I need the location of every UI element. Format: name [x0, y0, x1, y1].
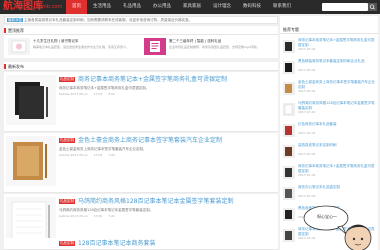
nav-item-life[interactable]: 生活用品 — [87, 0, 117, 14]
sidebar-item-title[interactable]: 马鸽简约商务风格128百记事本笔记本金属签字笔套装定制 — [298, 101, 376, 110]
post-excerpt: 马鸽简约商务风格128百记事本笔记本金属签字笔套装定制。 — [59, 208, 154, 212]
post-item: 礼品定制 128百记事本笔记本商务套装 — [4, 238, 278, 250]
sidebar-item-date: 2017-07-02 — [298, 194, 316, 198]
sidebar-thumbnail[interactable] — [283, 206, 295, 221]
featured-item[interactable]: 十几岁生日礼物 | 读书笔记本 精美笔记本礼品套装，适合送给学生朋友作为生日礼物… — [8, 38, 138, 55]
nav-item-gifts[interactable]: 礼品用品 — [117, 0, 147, 14]
sidebar-item-title[interactable]: 金色土豪金商务上商务记事本签字笔套装汽车企业定制 — [298, 80, 376, 89]
post-title[interactable]: 128百记事本笔记本商务套装 — [78, 239, 274, 248]
section-accent-bar — [4, 64, 6, 69]
notice-text[interactable]: 主营各类高档笔记本礼品套装定制印刷，如有需要请联系在线客服，欢迎来电咨询订购，质… — [24, 18, 192, 22]
post-views: 7.6k — [108, 153, 115, 157]
sidebar-thumbnail[interactable] — [283, 122, 295, 137]
featured-thumbnail[interactable] — [144, 38, 166, 55]
sidebar-thumbnail[interactable] — [283, 227, 295, 242]
post-item: 礼品定制 金色土豪金商务上商务记事本签字笔套装汽车企业定制 金色土豪金商务上商务… — [4, 133, 278, 193]
post-title[interactable]: 金色土豪金商务上商务记事本签字笔套装汽车企业定制 — [78, 136, 274, 145]
category-tag[interactable]: 礼品定制 — [59, 199, 75, 204]
sidebar-thumbnail[interactable] — [283, 101, 295, 116]
sidebar-item[interactable]: 商务记事本商务笔记本+金属签字笔商务礼盒可烫银定制 2017-07-02 — [283, 38, 377, 53]
featured-section-header: 置顶推荐 — [4, 26, 278, 35]
post-meta: betime 2017-05-xx 17:03 8.0k — [59, 92, 115, 97]
category-tag[interactable]: 礼品定制 — [59, 138, 75, 143]
sidebar-item[interactable]: 金色土豪金商务上商务记事本签字笔套装汽车企业定制 2017-07-02 — [283, 80, 377, 95]
post-author-date: betime 2017-05-xx — [59, 214, 88, 218]
post-thumbnail[interactable] — [6, 136, 56, 186]
floating-cartoon-widget[interactable]: 呀心宝心～ — [302, 200, 380, 250]
sidebar-title: 推荐专题 — [280, 25, 378, 34]
notice-tag: 最新消息 — [7, 18, 23, 22]
sidebar-thumbnail[interactable] — [283, 143, 295, 158]
sidebar-item-title[interactable]: 商务记事本商务笔记本+金属签字笔商务礼盒可烫银定制 — [298, 164, 376, 173]
post-author-date: betime 2017-05-xx — [59, 92, 88, 96]
post-meta: betime 2017-05-xx 17:00 7.2k — [59, 214, 115, 219]
featured-desc: 企业年终礼品定制推荐，商务实用型礼品套装，支持定制logo印刷。 — [169, 45, 260, 49]
sidebar-item-title[interactable]: 高档真皮笔记本定制印刷 — [298, 143, 376, 152]
featured-title[interactable]: 第二个三级年终 | 智能 | 送科礼品 — [169, 39, 274, 44]
top-navigation-bar: 航海图库 mmb.com 首页 生活用品 礼品用品 办公用品 家具家居 设计理念… — [0, 0, 380, 14]
sidebar-thumbnail[interactable] — [283, 59, 295, 74]
sidebar-item-date: 2017-07-02 — [298, 68, 316, 72]
sidebar-thumbnail[interactable] — [283, 164, 295, 179]
post-views: 7.2k — [108, 214, 115, 218]
sidebar-item-date: 2017-07-02 — [298, 152, 316, 156]
nav-item-design[interactable]: 设计理念 — [207, 0, 237, 14]
search-input[interactable] — [322, 3, 368, 11]
featured-item[interactable]: 第二个三级年终 | 智能 | 送科礼品 企业年终礼品定制推荐，商务实用型礼品套装… — [144, 38, 274, 55]
sidebar-thumbnail[interactable] — [283, 80, 295, 95]
category-tag[interactable]: 礼品定制 — [59, 77, 75, 82]
notice-bar: 最新消息 主营各类高档笔记本礼品套装定制印刷，如有需要请联系在线客服，欢迎来电咨… — [4, 16, 278, 24]
sidebar-item-title[interactable]: 商务办公笔记本礼品盒定制 — [298, 185, 376, 194]
cartoon-speech-bubble: 呀心宝心～ — [317, 214, 337, 219]
post-excerpt: 金色土豪金商务上商务记事本签字笔套装汽车企业定制。 — [59, 147, 147, 151]
featured-panel: 十几岁生日礼物 | 读书笔记本 精美笔记本礼品套装，适合送给学生朋友作为生日礼物… — [4, 35, 278, 58]
sidebar-item[interactable]: 马鸽简约商务风格128百记事本笔记本金属签字笔套装定制 2017-07-02 — [283, 101, 377, 116]
nav-item-contact[interactable]: 联系我们 — [267, 0, 297, 14]
sidebar-item[interactable]: 商务办公笔记本礼品盒定制 2017-07-02 — [283, 185, 377, 200]
latest-section-header: 最新发布 — [4, 62, 278, 71]
post-excerpt: 商务记事本商务笔记本+金属签字笔商务礼盒可烫银定制。 — [59, 86, 150, 90]
sidebar-item-date: 2017-07-02 — [298, 131, 316, 135]
nav-item-furniture[interactable]: 家具家居 — [177, 0, 207, 14]
sidebar-thumbnail[interactable] — [283, 185, 295, 200]
nav-item-office[interactable]: 办公用品 — [147, 0, 177, 14]
post-title[interactable]: 马鸽简约商务风格128百记事本笔记本金属签字笔套装定制 — [78, 197, 274, 206]
latest-section-title: 最新发布 — [8, 64, 24, 69]
sidebar-item[interactable]: 红色商务记事本礼品套装 2017-07-02 — [283, 122, 377, 137]
main-nav: 首页 生活用品 礼品用品 办公用品 家具家居 设计理念 数码科技 联系我们 — [66, 0, 297, 14]
section-accent-bar — [4, 28, 6, 33]
featured-section-title: 置顶推荐 — [8, 28, 24, 33]
sidebar-item-date: 2017-07-02 — [298, 173, 316, 177]
sidebar-item[interactable]: 黑色精装商务笔记本套装定制印刷企业礼品 2017-07-02 — [283, 59, 377, 74]
featured-desc: 精美笔记本礼品套装，适合送给学生朋友作为生日礼物，实用又有意义。 — [33, 45, 130, 49]
post-thumbnail[interactable] — [6, 75, 56, 125]
post-title[interactable]: 商务记事本商务笔记本+金属签字笔商务礼盒可烫银定制 — [78, 75, 274, 84]
logo-subtext: mmb.com — [37, 4, 63, 10]
sidebar-item-date: 2017-07-02 — [298, 47, 316, 51]
sidebar-item[interactable]: 高档真皮笔记本定制印刷 2017-07-02 — [283, 143, 377, 158]
post-item: 礼品定制 商务记事本商务笔记本+金属签字笔商务礼盒可烫银定制 商务记事本商务笔记… — [4, 72, 278, 132]
sidebar-thumbnail[interactable] — [283, 38, 295, 53]
search-icon[interactable] — [368, 3, 377, 11]
nav-item-home[interactable]: 首页 — [66, 0, 87, 14]
sidebar-item-title[interactable]: 红色商务记事本礼品套装 — [298, 122, 376, 131]
sidebar-item-title[interactable]: 黑色精装商务笔记本套装定制印刷企业礼品 — [298, 59, 376, 68]
post-time: 17:03 — [93, 92, 103, 96]
nav-item-tech[interactable]: 数码科技 — [237, 0, 267, 14]
sidebar-item-title[interactable]: 商务记事本商务笔记本+金属签字笔商务礼盒可烫银定制 — [298, 38, 376, 47]
post-views: 8.0k — [108, 92, 115, 96]
category-tag[interactable]: 礼品定制 — [59, 241, 75, 246]
post-meta: betime 2017-05-xx 17:02 7.6k — [59, 153, 115, 158]
sidebar-item[interactable]: 商务记事本商务笔记本+金属签字笔商务礼盒可烫银定制 2017-07-02 — [283, 164, 377, 179]
post-time: 17:02 — [93, 153, 103, 157]
featured-title[interactable]: 十几岁生日礼物 | 读书笔记本 — [33, 39, 138, 44]
sidebar-item-date: 2017-07-02 — [298, 89, 316, 93]
post-time: 17:00 — [93, 214, 103, 218]
post-author-date: betime 2017-05-xx — [59, 153, 88, 157]
sidebar-item-date: 2017-07-02 — [298, 110, 316, 114]
featured-thumbnail[interactable] — [8, 38, 30, 55]
